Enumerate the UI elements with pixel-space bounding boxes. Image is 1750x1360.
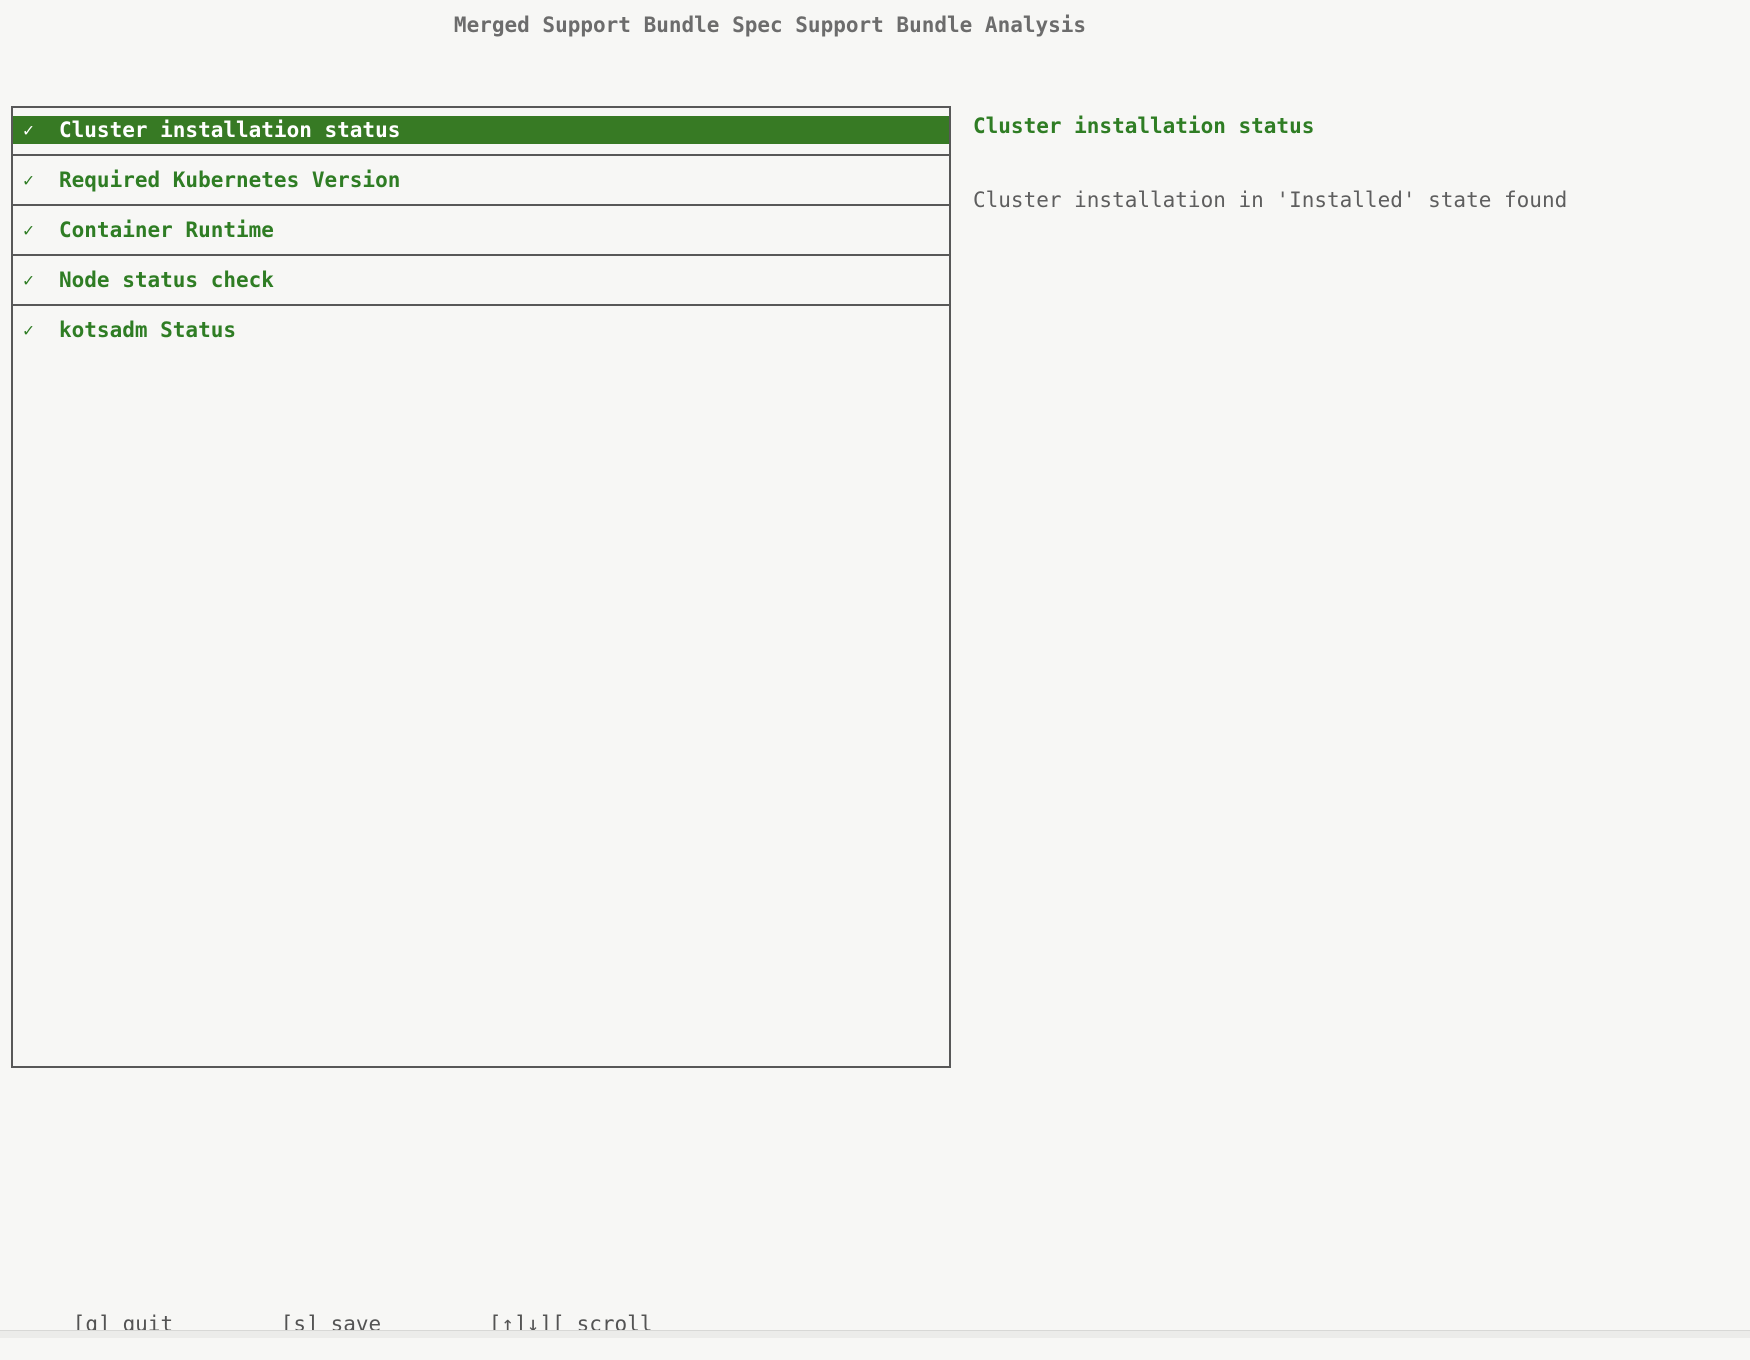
detail-message: Cluster installation in 'Installed' stat… [973, 186, 1713, 214]
check-icon: ✓ [23, 320, 59, 341]
keyboard-hint-bar: [q]quit [s]save [↑]↓][scroll [22, 1288, 709, 1360]
list-separator [13, 254, 949, 256]
detail-title: Cluster installation status [973, 112, 1713, 140]
list-item-label: Container Runtime [59, 218, 274, 242]
list-item-required-kubernetes-version[interactable]: ✓ Required Kubernetes Version [13, 166, 949, 194]
list-item-label: kotsadm Status [59, 318, 236, 342]
list-separator [13, 154, 949, 156]
page-title: Merged Support Bundle Spec Support Bundl… [0, 13, 1540, 37]
hint-quit: [q]quit [22, 1288, 173, 1360]
list-item-label: Cluster installation status [59, 118, 400, 142]
list-item-label: Required Kubernetes Version [59, 168, 400, 192]
check-icon: ✓ [23, 120, 59, 141]
check-icon: ✓ [23, 170, 59, 191]
list-item-kotsadm-status[interactable]: ✓ kotsadm Status [13, 316, 949, 344]
window-bottom-edge [0, 1330, 1750, 1338]
list-item-container-runtime[interactable]: ✓ Container Runtime [13, 216, 949, 244]
check-icon: ✓ [23, 220, 59, 241]
hint-scroll: [↑]↓][scroll [438, 1288, 652, 1360]
check-icon: ✓ [23, 270, 59, 291]
hint-save: [s]save [230, 1288, 381, 1360]
list-item-node-status-check[interactable]: ✓ Node status check [13, 266, 949, 294]
list-item-cluster-installation-status[interactable]: ✓ Cluster installation status [13, 116, 949, 144]
list-item-label: Node status check [59, 268, 274, 292]
detail-pane: Cluster installation status Cluster inst… [973, 112, 1713, 214]
list-separator [13, 204, 949, 206]
list-separator [13, 304, 949, 306]
analyzer-results-list[interactable]: ✓ Cluster installation status ✓ Required… [11, 106, 951, 1068]
